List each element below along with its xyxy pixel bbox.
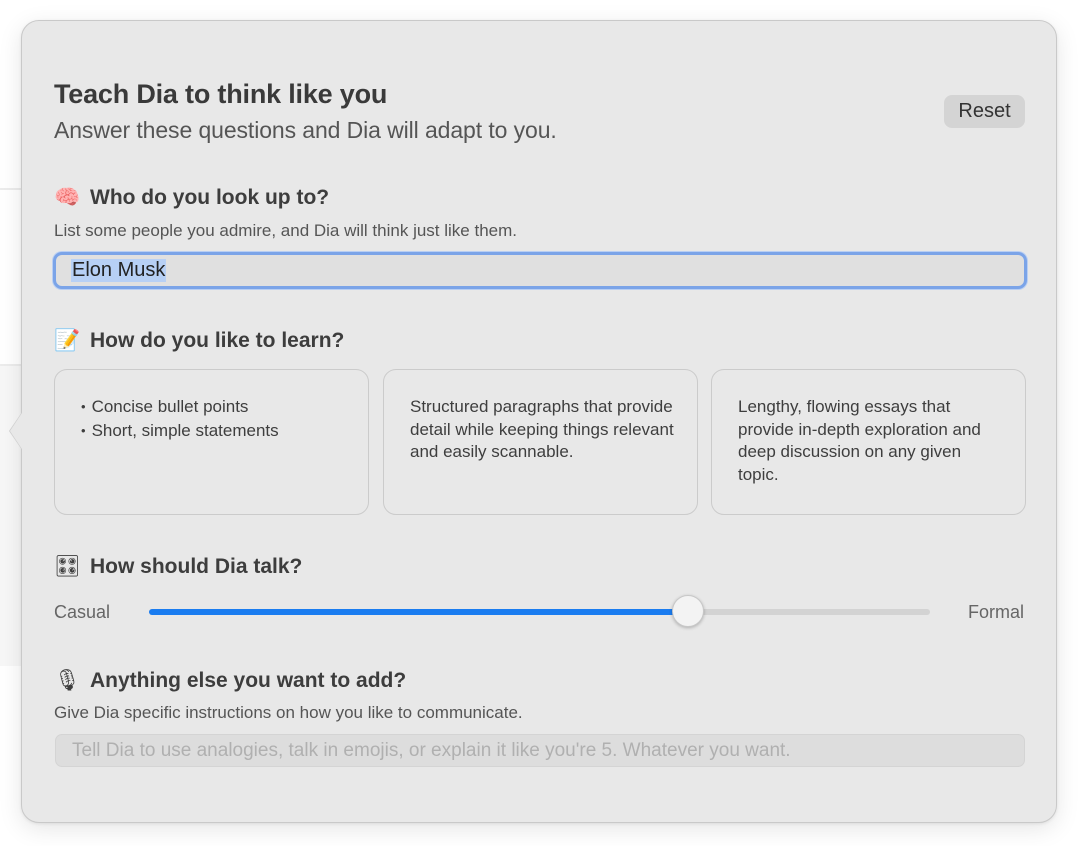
background-divider [0,188,22,190]
learning-style-option-concise[interactable]: Concise bullet points Short, simple stat… [54,369,369,515]
option-text: Structured paragraphs that provide detai… [410,397,674,461]
section-talk-title: How should Dia talk? [90,554,303,578]
slider-min-label: Casual [54,602,111,622]
tone-slider-fill [149,609,688,615]
learning-style-option-structured[interactable]: Structured paragraphs that provide detai… [383,369,698,515]
option-bullet: Concise bullet points [81,396,348,420]
section-look-up-title: Who do you look up to? [90,185,330,209]
option-text: Lengthy, flowing essays that provide in-… [738,397,981,484]
slider-max-label: Formal [968,602,1025,622]
option-bullet: Short, simple statements [81,420,348,444]
tone-slider[interactable] [149,595,930,627]
admired-people-input[interactable]: Elon Musk [53,252,1027,289]
tone-slider-thumb[interactable] [671,595,704,627]
popover-arrow [10,413,22,449]
control-knobs-icon: 🎛 [54,554,81,578]
section-talk-heading: 🎛 How should Dia talk? [54,554,302,579]
microphone-icon: 🎙 [54,668,81,692]
instructions-input[interactable] [55,734,1025,767]
reset-button[interactable]: Reset [944,95,1025,128]
learning-style-option-lengthy[interactable]: Lengthy, flowing essays that provide in-… [711,369,1026,515]
memo-icon: 📝 [54,328,81,352]
section-add-description: Give Dia specific instructions on how yo… [54,703,523,722]
section-look-up-description: List some people you admire, and Dia wil… [54,221,517,240]
section-learn-title: How do you like to learn? [90,328,345,352]
section-learn-heading: 📝 How do you like to learn? [54,328,344,353]
preferences-popover: Teach Dia to think like you Answer these… [9,20,1057,823]
background-app-area [0,366,22,666]
section-look-up-heading: 🧠 Who do you look up to? [54,185,329,210]
brain-icon: 🧠 [54,185,81,209]
page-subtitle: Answer these questions and Dia will adap… [54,117,557,143]
page-title: Teach Dia to think like you [54,79,388,109]
section-add-title: Anything else you want to add? [90,668,407,692]
section-add-heading: 🎙 Anything else you want to add? [54,668,406,693]
admired-people-value: Elon Musk [71,259,167,282]
